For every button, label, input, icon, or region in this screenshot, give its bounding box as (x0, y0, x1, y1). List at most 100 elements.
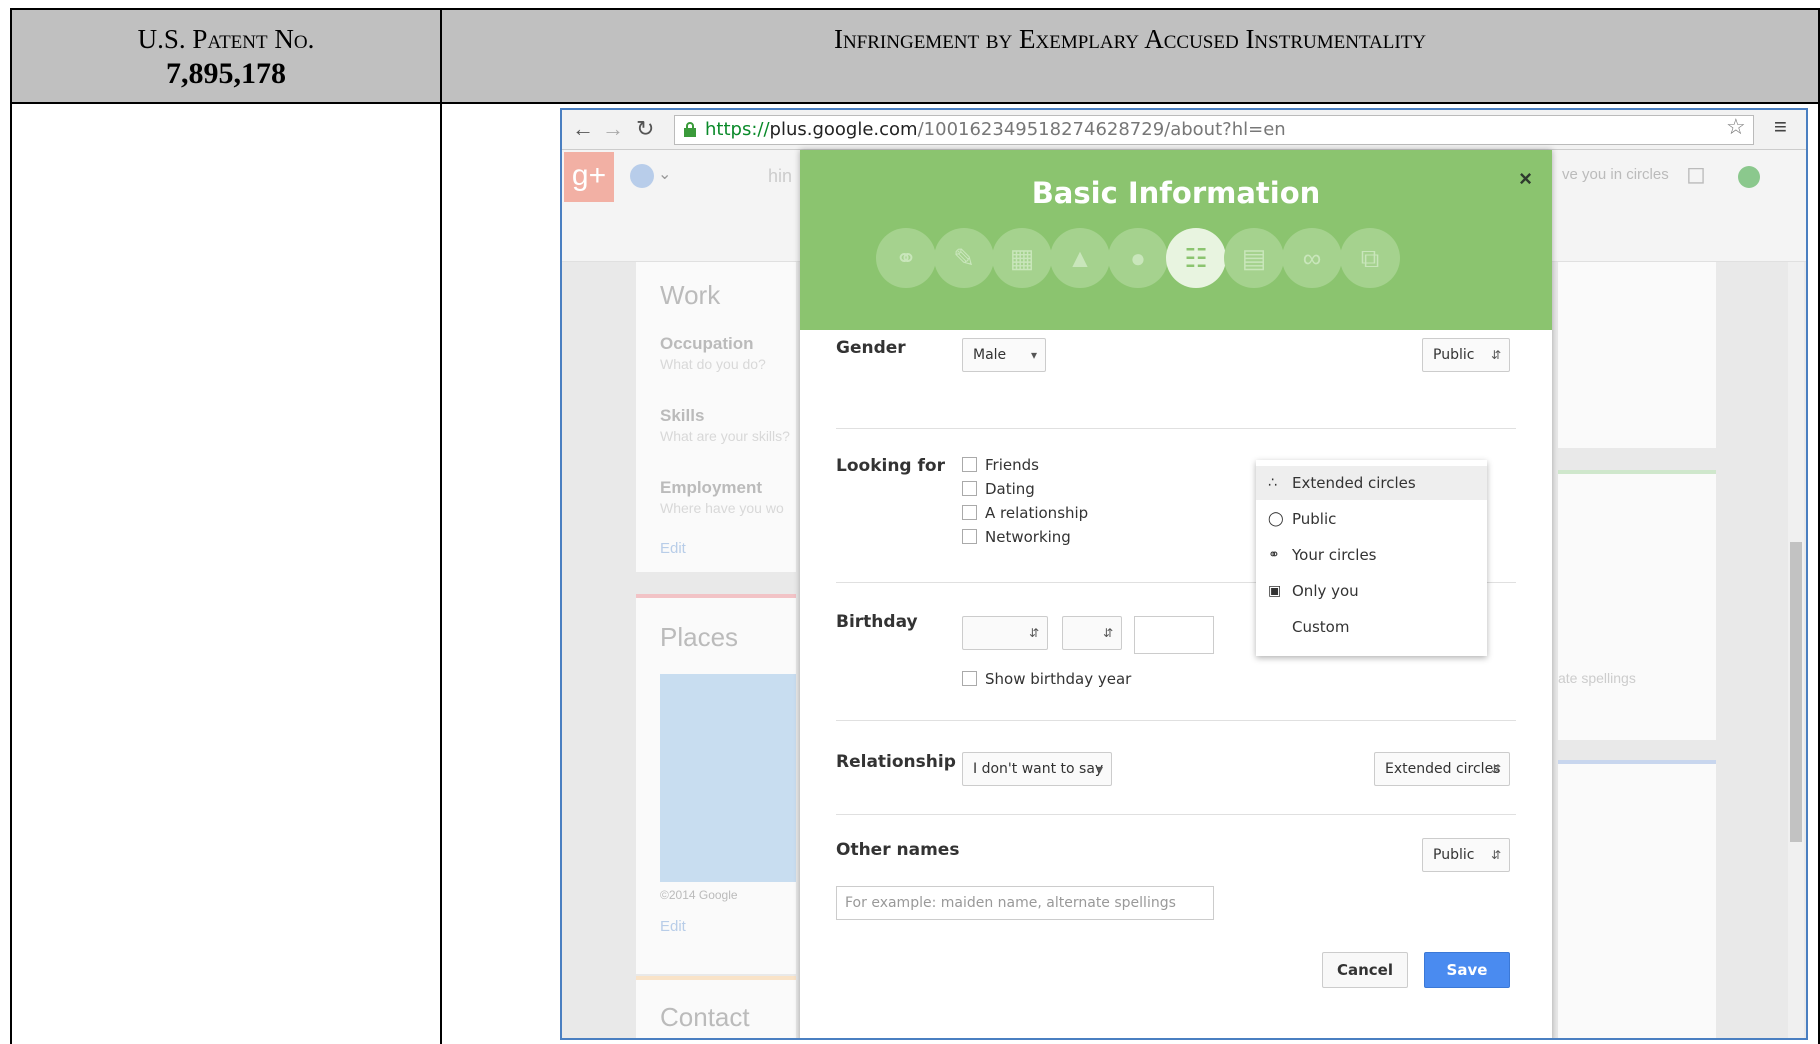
places-title: Places (660, 622, 739, 652)
right-card (1558, 760, 1716, 1038)
checkbox-icon[interactable] (962, 529, 977, 544)
pencil-icon[interactable]: ✎ (934, 228, 994, 288)
birthday-month-select[interactable]: ⇵ (962, 616, 1048, 650)
skills-hint: What are your skills? (660, 428, 790, 444)
edit-link[interactable]: Edit (660, 540, 686, 557)
right-card (1558, 262, 1716, 448)
header-cell-patent: U.S. Patent No. 7,895,178 (10, 8, 442, 104)
relationship-visibility-select[interactable]: Extended circles ⇵ (1374, 752, 1510, 786)
gender-value: Male (973, 347, 1007, 363)
relationship-value: I don't want to say (973, 761, 1104, 777)
map-image[interactable] (660, 674, 796, 882)
browser-screenshot: ← → ↻ https://plus.google.com/1001623495… (560, 108, 1808, 1040)
bookmark-star-icon[interactable]: ☆ (1726, 114, 1746, 140)
menu-item-only-you[interactable]: ▣ Only you (1256, 574, 1487, 608)
infringement-title: Infringement by Exemplary Accused Instru… (833, 24, 1427, 54)
chevron-down-icon[interactable]: ⌄ (658, 164, 671, 184)
close-icon[interactable]: × (1519, 166, 1532, 192)
menu-item-label: Custom (1292, 618, 1350, 636)
relationship-select[interactable]: I don't want to say ▾ (962, 752, 1112, 786)
relationship-label: Relationship (836, 752, 956, 772)
category-icons: ⚭ ✎ ▦ ▲ ● ☷ ▤ ∞ ⧉ (876, 228, 1476, 290)
menu-item-your-circles[interactable]: ⚭ Your circles (1256, 538, 1487, 572)
occupation-hint: What do you do? (660, 356, 766, 372)
other-names-label: Other names (836, 840, 960, 860)
contact-card: Contact Infor (636, 976, 796, 1038)
header-cell-infringement: Infringement by Exemplary Accused Instru… (440, 8, 1820, 104)
checkbox-icon[interactable] (962, 505, 977, 520)
contact-card-icon[interactable]: ▤ (1224, 228, 1284, 288)
option-label: Dating (985, 480, 1035, 498)
scroll-thumb[interactable] (1790, 542, 1802, 842)
hangouts-icon[interactable] (1738, 166, 1760, 188)
circles-icon[interactable]: ⚭ (876, 228, 936, 288)
birthday-year-input[interactable] (1134, 616, 1214, 654)
address-bar[interactable]: https://plus.google.com/1001623495182746… (674, 115, 1754, 145)
scrollbar[interactable] (1788, 262, 1804, 1038)
divider (836, 720, 1516, 721)
education-icon[interactable]: ▲ (1050, 228, 1110, 288)
birthday-day-select[interactable]: ⇵ (1062, 616, 1122, 650)
other-names-input[interactable]: For example: maiden name, alternate spel… (836, 886, 1214, 920)
checkbox-icon[interactable] (962, 481, 977, 496)
lock-icon (684, 122, 696, 137)
circles-icon: ⚭ (1268, 547, 1280, 563)
url-host: plus.google.com (769, 119, 918, 140)
checkbox-friends[interactable]: Friends (962, 456, 1039, 476)
menu-item-label: Only you (1292, 582, 1359, 600)
gender-visibility: Public (1433, 347, 1475, 363)
menu-item-public[interactable]: ◯ Public (1256, 502, 1487, 536)
option-label: A relationship (985, 504, 1089, 522)
gender-select[interactable]: Male ▾ (962, 338, 1046, 372)
save-button[interactable]: Save (1424, 952, 1510, 988)
circles-text: ve you in circles (1562, 166, 1669, 183)
right-card-fragment: ate spellings (1558, 670, 1636, 686)
gender-visibility-select[interactable]: Public ⇵ (1422, 338, 1510, 372)
checkbox-icon[interactable] (962, 457, 977, 472)
checkbox-show-year[interactable]: Show birthday year (962, 670, 1131, 690)
menu-icon[interactable]: ≡ (1774, 114, 1787, 140)
cancel-button[interactable]: Cancel (1322, 952, 1408, 988)
menu-item-label: Your circles (1292, 546, 1377, 564)
url-scheme: https:// (705, 119, 770, 140)
gplus-logo[interactable]: g+ (564, 152, 614, 202)
bell-icon[interactable]: ◻ (1686, 160, 1706, 189)
other-names-visibility-select[interactable]: Public ⇵ (1422, 838, 1510, 872)
forward-icon[interactable]: → (602, 116, 624, 142)
places-edit-link[interactable]: Edit (660, 918, 686, 935)
location-icon[interactable]: ● (1108, 228, 1168, 288)
checkbox-icon[interactable] (962, 671, 977, 686)
globe-icon: ◯ (1268, 511, 1284, 527)
updown-icon: ⇵ (1102, 626, 1113, 640)
dialog-header: Basic Information × ⚭ ✎ ▦ ▲ ● ☷ ▤ ∞ ⧉ (800, 150, 1552, 330)
back-icon[interactable]: ← (572, 116, 594, 142)
map-copyright: ©2014 Google (660, 888, 738, 902)
other-names-visibility: Public (1433, 847, 1475, 863)
work-title: Work (660, 280, 721, 310)
updown-icon: ⇵ (1490, 762, 1501, 776)
divider (836, 814, 1516, 815)
checkbox-relationship[interactable]: A relationship (962, 504, 1088, 524)
url-path: /100162349518274628729/about?hl=en (917, 119, 1286, 140)
links-icon[interactable]: ∞ (1282, 228, 1342, 288)
employment-hint: Where have you wo (660, 500, 784, 516)
search-fragment: hin (768, 166, 793, 186)
extended-circles-icon: ∴ (1268, 475, 1277, 491)
contact-title: Contact Infor (660, 1002, 750, 1038)
caret-down-icon: ▾ (1096, 762, 1103, 776)
menu-item-label: Public (1292, 510, 1337, 528)
skills-label: Skills (660, 406, 705, 425)
reload-icon[interactable]: ↻ (636, 116, 654, 142)
checkbox-dating[interactable]: Dating (962, 480, 1035, 500)
claim-cell (10, 102, 442, 1044)
menu-item-custom[interactable]: Custom (1256, 610, 1487, 644)
building-icon[interactable]: ▦ (992, 228, 1052, 288)
employment-label: Employment (660, 478, 763, 497)
other-icon[interactable]: ⧉ (1340, 228, 1400, 288)
avatar[interactable] (630, 164, 654, 188)
checkbox-networking[interactable]: Networking (962, 528, 1071, 548)
menu-item-extended-circles[interactable]: ∴ Extended circles (1256, 466, 1487, 500)
option-label: Networking (985, 528, 1071, 546)
basic-info-icon[interactable]: ☷ (1166, 228, 1226, 288)
lock-icon: ▣ (1268, 583, 1282, 599)
